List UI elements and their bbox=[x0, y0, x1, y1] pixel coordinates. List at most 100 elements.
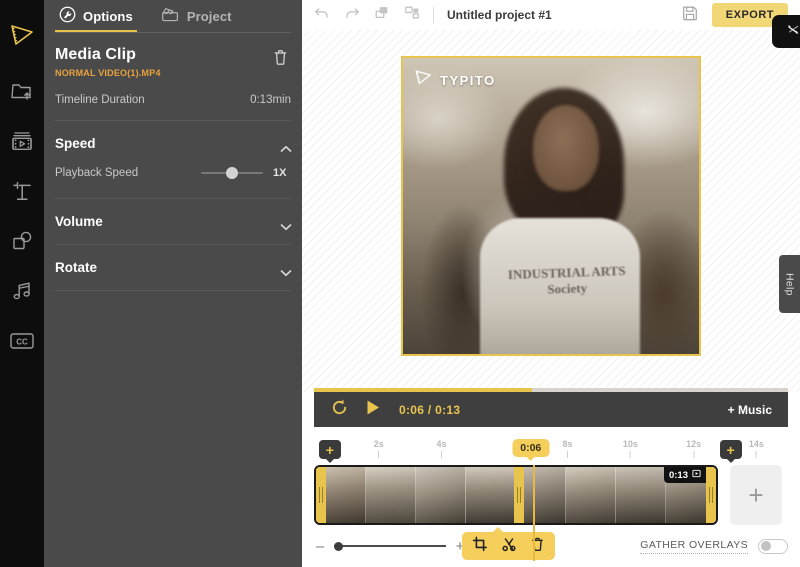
loop-icon bbox=[330, 398, 349, 422]
toolbar-separator bbox=[433, 7, 434, 23]
chevron-down-icon bbox=[280, 264, 291, 271]
insert-clip-start-button[interactable]: + bbox=[319, 440, 341, 459]
tab-project-label: Project bbox=[187, 9, 232, 24]
clip-trim-handle-left[interactable] bbox=[316, 467, 326, 523]
shapes-icon bbox=[10, 229, 34, 253]
main-area: Untitled project #1 EXPORT bbox=[302, 0, 800, 567]
ruler-tick: 4s bbox=[437, 439, 447, 458]
undo-button[interactable] bbox=[314, 6, 330, 25]
playhead-time-chip[interactable]: 0:06 bbox=[512, 439, 549, 457]
clip-thumbnail bbox=[566, 467, 616, 523]
clip-thumbnail bbox=[366, 467, 416, 523]
volume-accordion-header[interactable]: Volume bbox=[55, 199, 291, 244]
add-clip-button[interactable]: + bbox=[730, 465, 782, 525]
help-tab[interactable]: Help bbox=[779, 255, 800, 313]
ruler-tick-label: 12s bbox=[686, 439, 701, 449]
ruler-tick: 2s bbox=[374, 439, 384, 458]
video-canvas[interactable]: INDUSTRIAL ARTS Society TYPITO bbox=[401, 56, 701, 356]
media-library-icon bbox=[10, 129, 34, 153]
plus-icon: + bbox=[726, 443, 734, 457]
save-icon bbox=[681, 4, 699, 27]
media-clip-filename: NORMAL VIDEO(1).MP4 bbox=[55, 68, 161, 78]
clip-context-menu: Replace bbox=[772, 15, 800, 48]
volume-title: Volume bbox=[55, 214, 103, 229]
typito-logo-icon bbox=[9, 23, 35, 47]
closed-captions-icon: CC bbox=[9, 331, 35, 351]
ruler-tick-mark bbox=[567, 451, 568, 458]
volume-accordion: Volume bbox=[44, 199, 302, 244]
video-subject-face bbox=[533, 105, 599, 191]
timeline-duration-value: 0:13min bbox=[250, 94, 291, 106]
crop-tool-button[interactable] bbox=[472, 536, 488, 557]
project-title[interactable]: Untitled project #1 bbox=[447, 8, 552, 22]
media-clip-section: Media Clip NORMAL VIDEO(1).MP4 Timeline … bbox=[44, 33, 302, 120]
timeline-ruler[interactable]: 2s 4s 8s 10s 12s bbox=[316, 439, 788, 465]
ruler-tick: 10s bbox=[623, 439, 638, 458]
media-clip-title: Media Clip bbox=[55, 46, 161, 64]
redo-icon bbox=[344, 6, 360, 25]
speed-title: Speed bbox=[55, 136, 96, 151]
rotate-accordion: Rotate bbox=[44, 245, 302, 290]
gather-overlays-toggle[interactable] bbox=[758, 539, 788, 554]
chevron-up-icon bbox=[280, 140, 291, 147]
sidebar-item-captions[interactable]: CC bbox=[0, 316, 44, 366]
split-tool-button[interactable] bbox=[501, 536, 517, 557]
redo-button[interactable] bbox=[344, 6, 360, 25]
duplicate-button[interactable] bbox=[374, 5, 390, 25]
speed-accordion-header[interactable]: Speed bbox=[55, 121, 291, 166]
player-bar: 0:06 / 0:13 + Music bbox=[314, 392, 788, 427]
sidebar-item-shapes[interactable] bbox=[0, 216, 44, 266]
delete-clip-button[interactable] bbox=[270, 46, 291, 73]
player-time-separator: / bbox=[428, 403, 432, 417]
divider-4 bbox=[55, 290, 291, 291]
help-label: Help bbox=[784, 273, 796, 296]
ruler-tick-mark bbox=[630, 451, 631, 458]
playback-speed-row: Playback Speed 1X bbox=[55, 166, 291, 198]
slider-knob[interactable] bbox=[226, 167, 238, 179]
ruler-tick-label: 2s bbox=[374, 439, 384, 449]
context-replace-button[interactable]: Replace bbox=[783, 20, 800, 44]
sidebar-item-upload[interactable] bbox=[0, 66, 44, 116]
tab-project[interactable]: Project bbox=[157, 0, 236, 33]
sidebar-item-music[interactable] bbox=[0, 266, 44, 316]
save-button[interactable] bbox=[681, 4, 699, 27]
duplicate-icon bbox=[374, 5, 390, 25]
ruler-tick: 14s bbox=[749, 439, 764, 458]
typito-logo-button[interactable] bbox=[0, 10, 44, 60]
loop-button[interactable] bbox=[330, 398, 349, 422]
insert-clip-end-button[interactable]: + bbox=[720, 440, 742, 459]
trash-icon bbox=[272, 53, 289, 70]
gather-overlays-label[interactable]: GATHER OVERLAYS bbox=[640, 539, 748, 554]
clip-thumbnail bbox=[416, 467, 466, 523]
playback-speed-value: 1X bbox=[273, 167, 291, 179]
ruler-tick-label: 14s bbox=[749, 439, 764, 449]
clip-trim-handle-right[interactable] bbox=[706, 467, 716, 523]
timeline-bottom-bar: – + bbox=[302, 525, 800, 567]
add-music-button[interactable]: + Music bbox=[728, 403, 772, 417]
music-note-icon bbox=[10, 279, 34, 303]
top-toolbar: Untitled project #1 EXPORT bbox=[302, 0, 800, 30]
clip-duration-badge: 0:13 bbox=[664, 467, 706, 483]
ruler-tick-mark bbox=[441, 451, 442, 458]
clip-split-handle[interactable] bbox=[514, 467, 524, 523]
sidebar-item-media[interactable] bbox=[0, 116, 44, 166]
layers-icon bbox=[404, 5, 420, 25]
zoom-out-button[interactable]: – bbox=[314, 539, 326, 554]
typito-video-editor: CC Options bbox=[0, 0, 800, 567]
timeline-track: 0:13 + bbox=[314, 465, 788, 525]
left-icon-rail: CC bbox=[0, 0, 44, 567]
preview-stage: INDUSTRIAL ARTS Society TYPITO bbox=[302, 30, 800, 392]
playback-speed-slider[interactable] bbox=[201, 166, 263, 180]
playhead-line[interactable] bbox=[533, 465, 535, 561]
layers-button[interactable] bbox=[404, 5, 420, 25]
timeline-clip[interactable]: 0:13 bbox=[314, 465, 718, 525]
play-button[interactable] bbox=[365, 399, 381, 421]
tab-options[interactable]: Options bbox=[55, 0, 137, 33]
clip-duration-text: 0:13 bbox=[669, 470, 688, 481]
zoom-slider-knob[interactable] bbox=[334, 542, 343, 551]
zoom-slider[interactable] bbox=[334, 541, 446, 551]
ruler-tick-label: 8s bbox=[563, 439, 573, 449]
sidebar-item-text[interactable] bbox=[0, 166, 44, 216]
ruler-tick: 12s bbox=[686, 439, 701, 458]
rotate-accordion-header[interactable]: Rotate bbox=[55, 245, 291, 290]
